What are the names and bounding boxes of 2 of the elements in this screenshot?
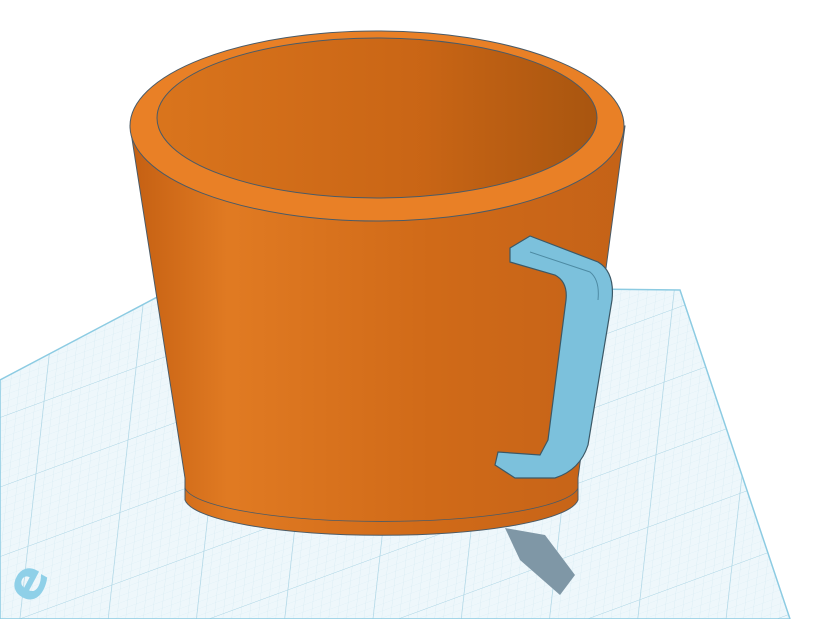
shadow-drawing <box>505 528 575 595</box>
workplane-label: e <box>0 552 62 612</box>
